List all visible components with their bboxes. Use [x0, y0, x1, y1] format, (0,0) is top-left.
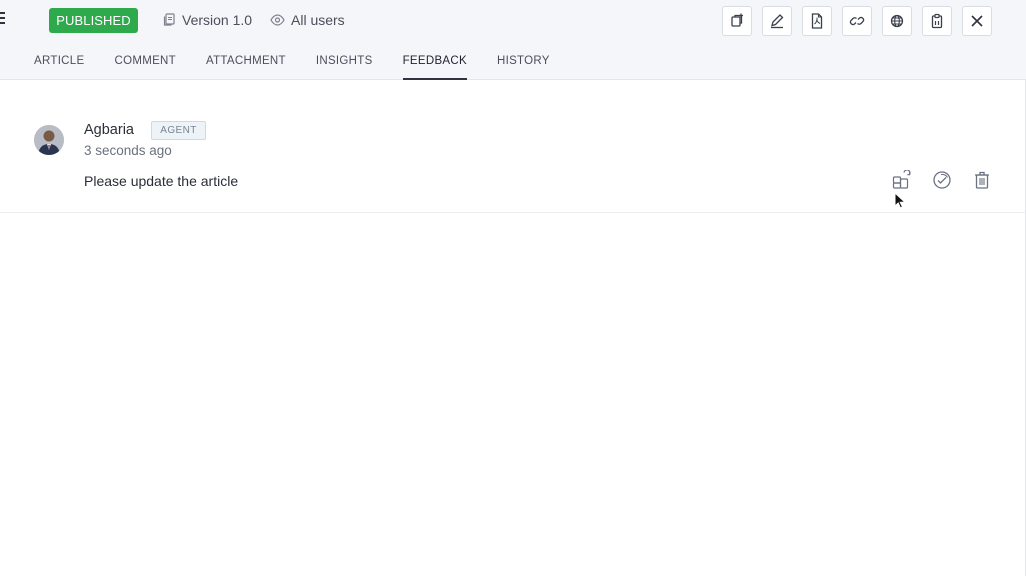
feedback-actions: [892, 170, 992, 190]
tab-comment[interactable]: COMMENT: [114, 53, 176, 80]
convert-to-ticket-button[interactable]: [892, 170, 912, 190]
status-badge: PUBLISHED: [49, 8, 138, 33]
copy-add-button[interactable]: [722, 6, 752, 36]
mark-resolved-button[interactable]: [932, 170, 952, 190]
edit-button[interactable]: [762, 6, 792, 36]
mouse-cursor-icon: [894, 192, 906, 209]
visibility-label: All users: [291, 12, 345, 28]
article-header: PUBLISHED Version 1.0 All users ARTICLE …: [0, 0, 1026, 80]
copy-add-icon: [731, 13, 743, 27]
clipboard-button[interactable]: [922, 6, 952, 36]
export-pdf-button[interactable]: [802, 6, 832, 36]
version-info[interactable]: Version 1.0: [163, 11, 252, 29]
menu-icon[interactable]: [0, 12, 6, 26]
globe-icon: [890, 14, 904, 28]
avatar: [34, 125, 64, 155]
copy-link-button[interactable]: [842, 6, 872, 36]
tab-feedback[interactable]: FEEDBACK: [402, 53, 468, 80]
convert-ticket-icon: [892, 170, 911, 189]
visibility-info[interactable]: All users: [270, 11, 345, 29]
tab-insights[interactable]: INSIGHTS: [316, 53, 373, 80]
document-icon: [163, 13, 175, 26]
feedback-item: Agbaria AGENT 3 seconds ago Please updat…: [0, 80, 1026, 213]
delete-feedback-button[interactable]: [972, 170, 992, 190]
feedback-message: Please update the article: [84, 173, 239, 189]
resolve-icon: [933, 171, 951, 189]
article-tabs: ARTICLE COMMENT ATTACHMENT INSIGHTS FEED…: [34, 53, 550, 80]
link-icon: [849, 16, 865, 26]
edit-icon: [771, 14, 784, 29]
tab-history[interactable]: HISTORY: [497, 53, 550, 80]
tab-attachment[interactable]: ATTACHMENT: [206, 53, 286, 80]
pdf-icon: [811, 13, 823, 29]
feedback-author: Agbaria: [84, 122, 134, 138]
translate-button[interactable]: [882, 6, 912, 36]
close-button[interactable]: [962, 6, 992, 36]
article-toolbar: [722, 6, 992, 36]
delete-icon: [975, 171, 989, 189]
feedback-timestamp: 3 seconds ago: [84, 143, 172, 158]
eye-icon: [270, 14, 285, 26]
close-icon: [971, 15, 983, 27]
version-label: Version 1.0: [182, 12, 253, 28]
role-badge: AGENT: [151, 121, 206, 140]
clipboard-icon: [931, 13, 943, 29]
tab-article[interactable]: ARTICLE: [34, 53, 84, 80]
